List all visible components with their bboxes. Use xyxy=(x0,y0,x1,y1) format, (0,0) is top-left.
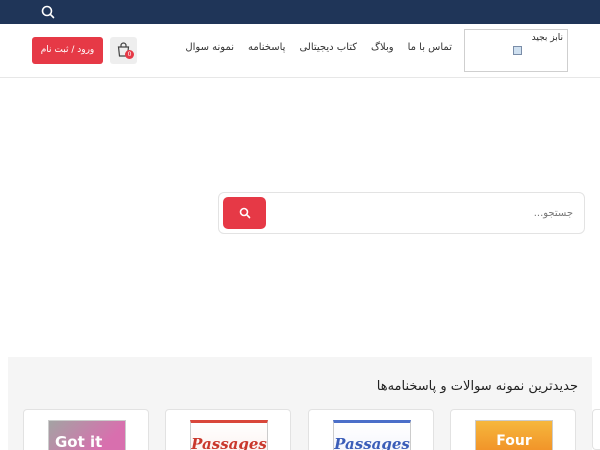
nav-item-contact[interactable]: تماس با ما xyxy=(408,42,452,53)
search-box xyxy=(218,192,585,234)
product-card[interactable]: Passages xyxy=(308,409,434,450)
nav-item-answer-keys[interactable]: پاسخنامه xyxy=(248,42,285,53)
nav-item-blog[interactable]: وبلاگ xyxy=(371,42,394,53)
search-icon[interactable] xyxy=(40,4,56,20)
login-register-button[interactable]: ورود / ثبت نام xyxy=(32,37,103,64)
cart-button[interactable]: 0 xyxy=(110,37,137,64)
book-cover: Got it xyxy=(48,420,126,450)
broken-image-icon xyxy=(513,46,522,55)
latest-section: جدیدترین نمونه سوالات و پاسخنامه‌ها Four… xyxy=(8,357,592,450)
product-card[interactable]: Passages xyxy=(165,409,291,450)
main-nav: نمونه سوال پاسخنامه کتاب دیجیتالی وبلاگ … xyxy=(185,42,452,53)
book-cover: Passages xyxy=(333,420,411,450)
book-cover-title: Four Corners xyxy=(483,433,545,450)
product-card-partial[interactable] xyxy=(592,409,600,450)
search-input[interactable] xyxy=(273,199,573,227)
search-submit-button[interactable] xyxy=(223,197,266,229)
book-cover-title: Passages xyxy=(191,435,267,450)
site-header: ورود / ثبت نام 0 نمونه سوال پاسخنامه کتا… xyxy=(0,24,600,78)
top-bar xyxy=(0,0,600,24)
book-cover-title: Passages xyxy=(334,435,410,450)
cart-count-badge: 0 xyxy=(125,50,134,59)
product-card[interactable]: Four Corners xyxy=(450,409,576,450)
book-cover-title: Got it xyxy=(55,433,103,450)
product-card[interactable]: Got it xyxy=(23,409,149,450)
book-cover: Passages xyxy=(190,420,268,450)
site-logo[interactable]: نابز بجید xyxy=(464,29,568,72)
section-title: جدیدترین نمونه سوالات و پاسخنامه‌ها xyxy=(376,379,578,394)
nav-item-digital-books[interactable]: کتاب دیجیتالی xyxy=(299,42,357,53)
book-cover: Four Corners xyxy=(475,420,553,450)
search-icon xyxy=(239,207,251,219)
nav-item-sample-questions[interactable]: نمونه سوال xyxy=(185,42,234,53)
logo-alt-text: نابز بجید xyxy=(531,33,563,43)
